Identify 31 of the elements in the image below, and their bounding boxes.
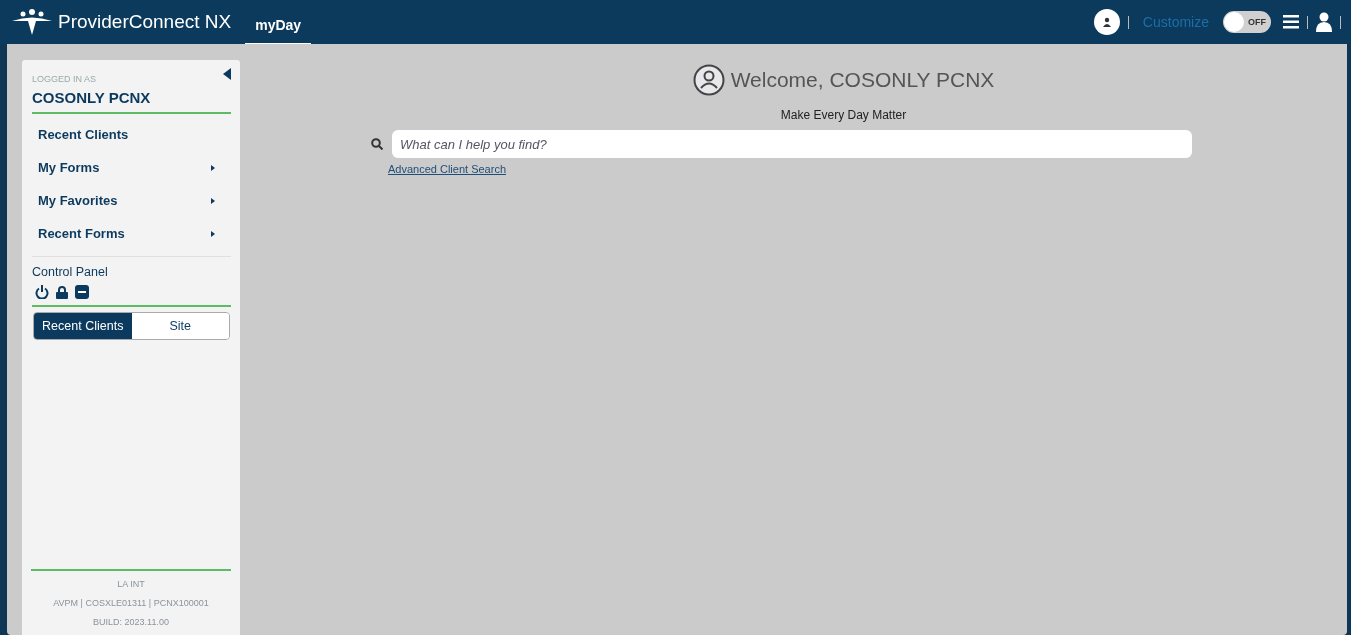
logged-in-label: LOGGED IN AS [32, 74, 98, 84]
caret-icon [211, 230, 215, 237]
customize-toggle[interactable]: OFF [1223, 11, 1271, 33]
advanced-search-link[interactable]: Advanced Client Search [388, 163, 506, 175]
menu-item[interactable]: Recent Forms [32, 217, 231, 250]
person-icon [1101, 17, 1112, 27]
footer-text: LA INT [117, 579, 145, 589]
segment-tab[interactable]: Site [131, 313, 229, 339]
control-panel-label: Control Panel [32, 265, 109, 279]
app-name: ProviderConnect NX [58, 11, 232, 33]
collapse-icon[interactable] [223, 68, 231, 80]
user-circle-icon [692, 64, 725, 96]
lock-icon[interactable] [56, 285, 68, 299]
menu-item[interactable]: My Favorites [32, 184, 231, 217]
caret-icon [211, 197, 215, 204]
menu-item[interactable]: Recent Clients [32, 118, 231, 151]
avatar-button[interactable] [1093, 9, 1120, 35]
welcome-heading: Welcome, COSONLY PCNX [730, 68, 995, 92]
search-icon [371, 138, 383, 150]
power-icon[interactable] [35, 285, 49, 299]
user-name: COSONLY PCNX [32, 89, 151, 106]
search-field[interactable]: What can I help you find? [392, 130, 1192, 158]
footer-text: BUILD: 2023.11.00 [93, 617, 169, 627]
tagline: Make Every Day Matter [780, 108, 907, 122]
minus-square-icon[interactable] [75, 285, 89, 299]
menu-icon[interactable] [1283, 15, 1299, 29]
footer-text: AVPM | COSXLE01311 | PCNX100001 [53, 598, 209, 608]
user-icon[interactable] [1316, 12, 1332, 32]
caret-icon [211, 164, 215, 171]
segment-tab[interactable]: Recent Clients [34, 313, 132, 339]
menu-item[interactable]: My Forms [32, 151, 231, 184]
